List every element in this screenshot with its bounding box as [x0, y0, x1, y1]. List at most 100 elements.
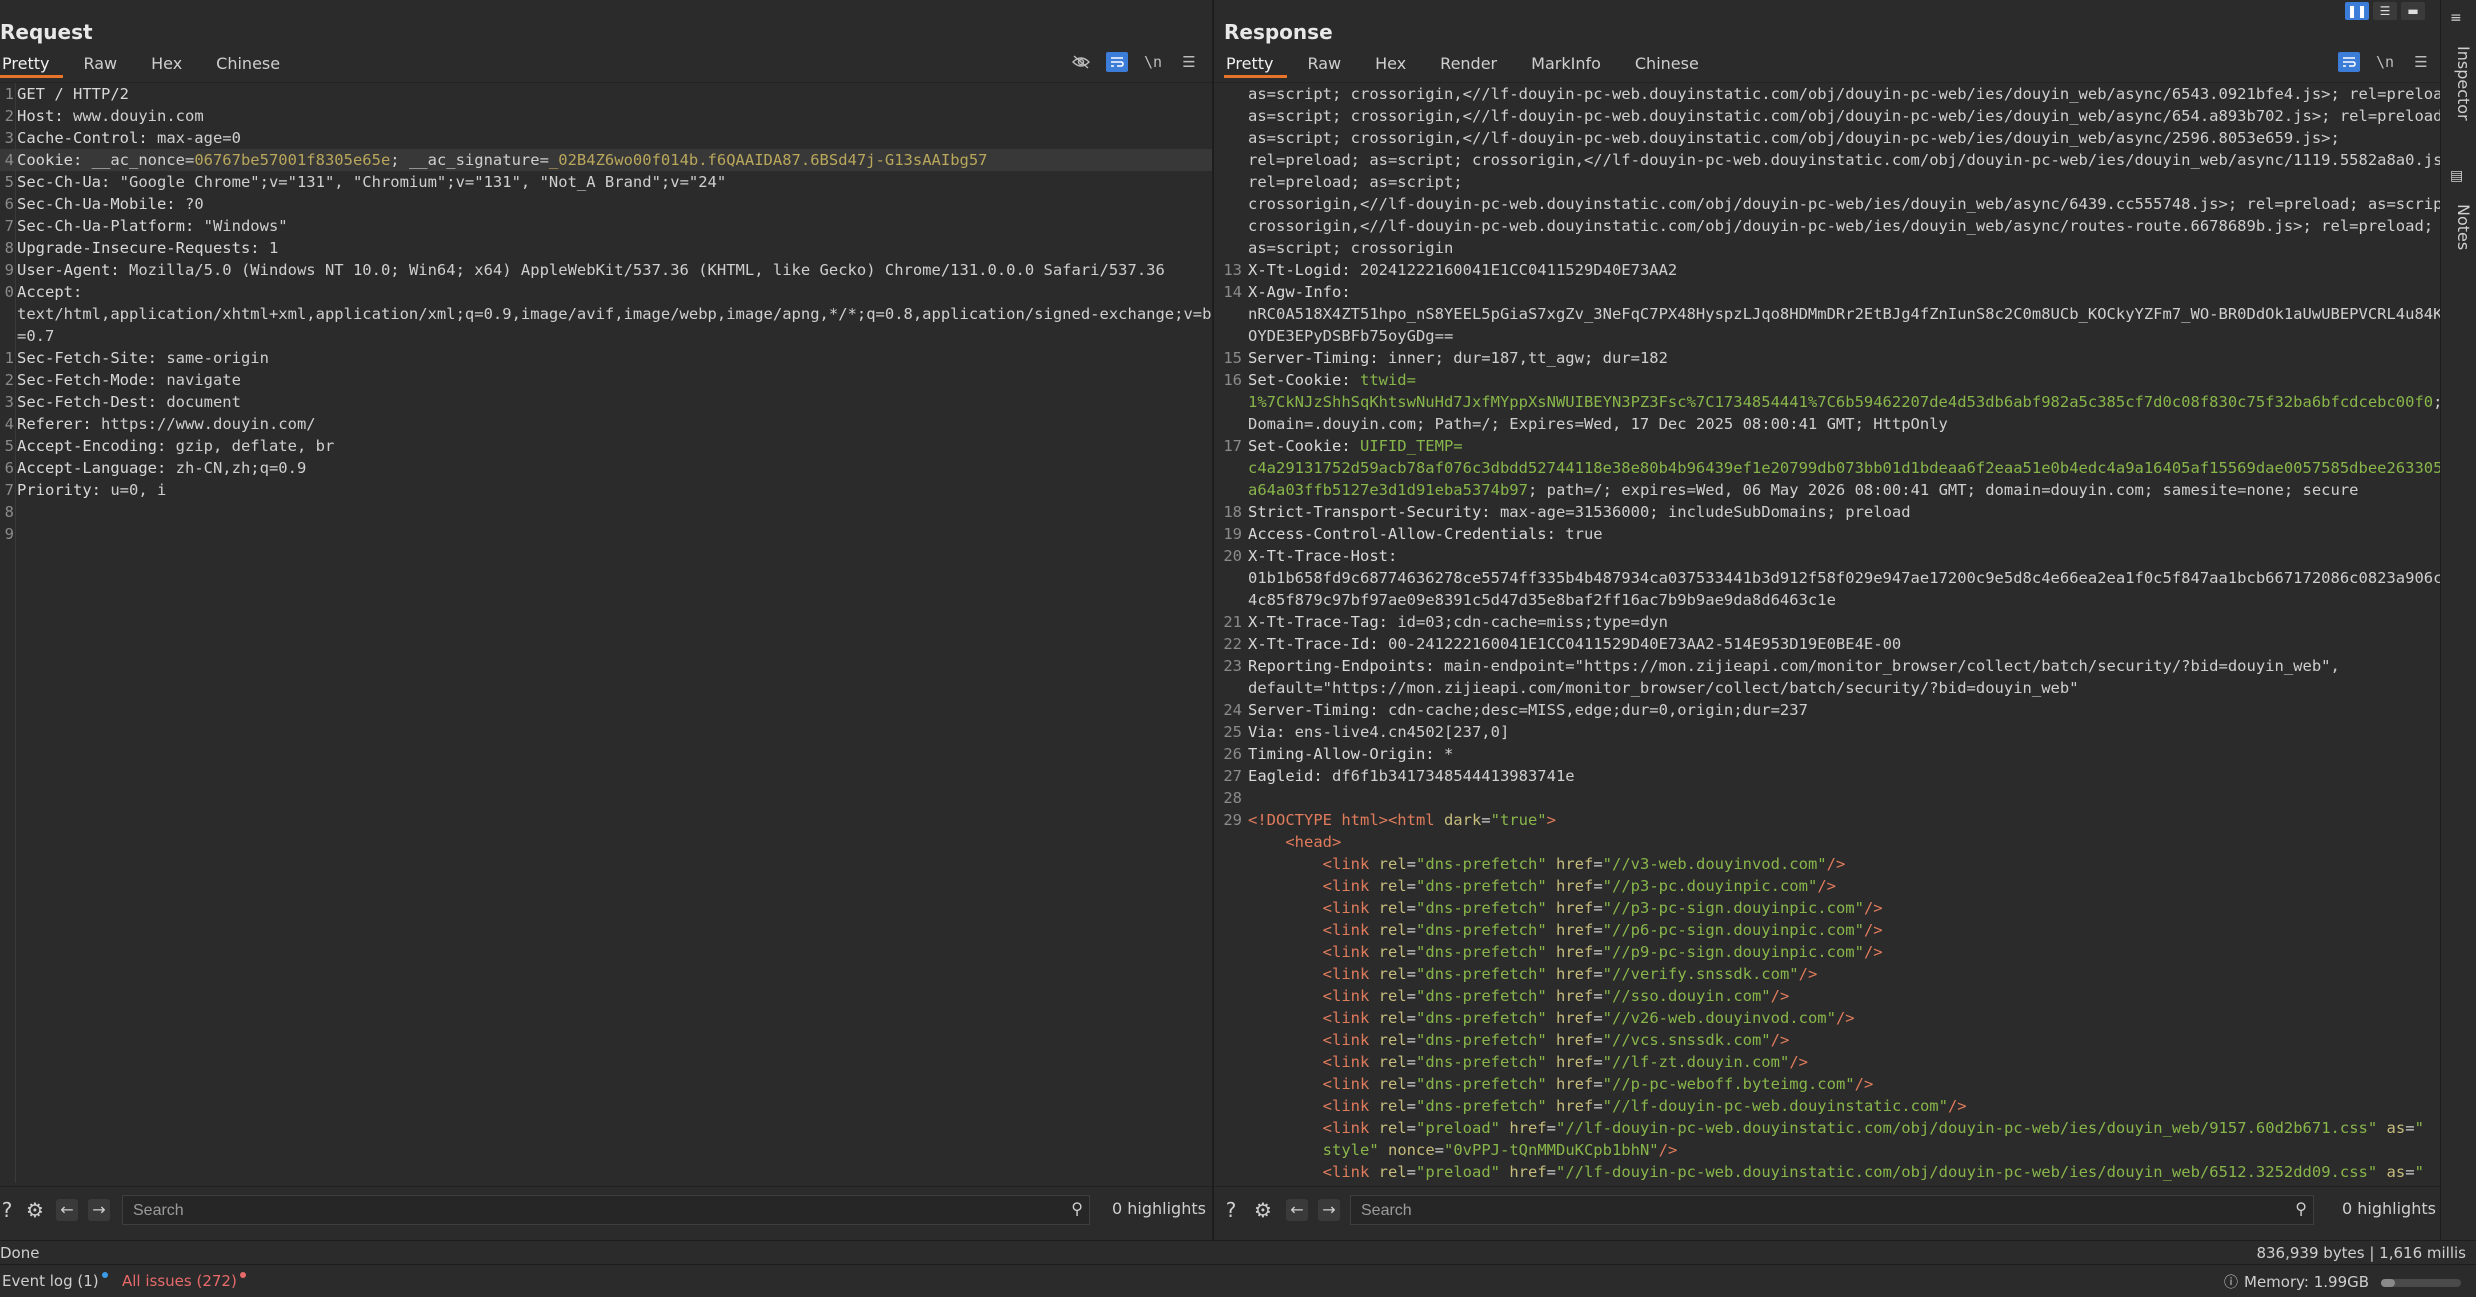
code-token: <link: [1322, 1031, 1379, 1049]
code-line: 26 Timing-Allow-Origin: *: [1214, 743, 2440, 765]
request-search-box: ⚲: [122, 1195, 1090, 1225]
response-tab-chinese[interactable]: Chinese: [1633, 52, 1713, 78]
code-token: =: [1406, 855, 1416, 873]
code-token: Host:: [17, 107, 73, 125]
request-editor[interactable]: 1 GET / HTTP/2 2 Host: www.douyin.com 3 Cache…: [0, 82, 1212, 1183]
code-line: 6 Sec-Ch-Ua-Mobile: ?0: [0, 193, 1212, 215]
side-by-side-layout-icon[interactable]: ❚❚: [2345, 2, 2369, 20]
code-token: =: [1593, 921, 1603, 939]
code-token: Domain=.douyin.com; Path=/; Expires=Wed,…: [1248, 415, 1948, 433]
request-tab-raw[interactable]: Raw: [81, 52, 131, 78]
menu-icon[interactable]: ☰: [1178, 52, 1200, 72]
code-token: Sec-Ch-Ua-Platform:: [17, 217, 204, 235]
bottom-bar: Event log (1) All issues (272) ⓘ Memory: …: [0, 1264, 2476, 1297]
code-line: as=script; crossorigin: [1214, 237, 2440, 259]
code-token: X-Tt-Trace-Id:: [1248, 635, 1388, 653]
next-arrow-icon[interactable]: →: [88, 1199, 110, 1221]
code-token: />: [1854, 1075, 1874, 1093]
line-number: [1214, 457, 1248, 479]
response-tab-markinfo[interactable]: MarkInfo: [1529, 52, 1615, 78]
code-token: Via:: [1248, 723, 1295, 741]
code-token: Accept-Encoding:: [17, 437, 176, 455]
code-token: rel: [1378, 877, 1407, 895]
code-token: rel: [1378, 965, 1407, 983]
response-tab-render[interactable]: Render: [1438, 52, 1511, 78]
line-number: 20: [1223, 547, 1242, 565]
code-token: =: [1406, 1009, 1416, 1027]
code-line: <head>: [1214, 831, 2440, 853]
help-icon[interactable]: ?: [1220, 1199, 1242, 1221]
settings-gear-icon[interactable]: ⚙: [24, 1199, 46, 1221]
code-token: />: [1947, 1097, 1967, 1115]
request-tab-pretty[interactable]: Pretty: [0, 52, 64, 78]
settings-gear-icon[interactable]: ⚙: [1252, 1199, 1274, 1221]
inspector-tab[interactable]: Inspector: [2447, 46, 2473, 121]
newline-toggle-icon[interactable]: \n: [1142, 52, 1164, 72]
line-number: 19: [1223, 525, 1242, 543]
hide-eye-icon[interactable]: [1070, 52, 1092, 72]
response-editor[interactable]: as=script; crossorigin,<//lf-douyin-pc-w…: [1214, 82, 2440, 1183]
response-search-bar: ? ⚙ ← → ⚲ 0 highlights: [1214, 1186, 2440, 1233]
line-number: [1214, 919, 1248, 941]
code-token: =: [2405, 1163, 2415, 1181]
response-tab-pretty[interactable]: Pretty: [1224, 52, 1288, 78]
menu-icon[interactable]: ☰: [2410, 52, 2432, 72]
code-token: />: [1658, 1141, 1678, 1159]
code-token: rel=preload; as=script;: [1248, 173, 1463, 191]
all-issues-link[interactable]: All issues (272): [122, 1272, 246, 1290]
code-token: "//lf-douyin-pc-web.douyinstatic.com/obj…: [1556, 1163, 2378, 1181]
code-line: 1 GET / HTTP/2: [0, 83, 1212, 105]
line-content: rel=preload; as=script;: [1248, 171, 2440, 193]
newline-toggle-icon[interactable]: \n: [2374, 52, 2396, 72]
prev-arrow-icon[interactable]: ←: [56, 1199, 78, 1221]
line-content: <link rel="dns-prefetch" href="//p3-pc-s…: [1248, 897, 2440, 919]
code-line: 4 Referer: https://www.douyin.com/: [0, 413, 1212, 435]
code-token: href: [1546, 1053, 1594, 1071]
line-number: [1214, 83, 1248, 105]
code-token: =: [1406, 987, 1416, 1005]
code-line: 3 Cache-Control: max-age=0: [0, 127, 1212, 149]
code-token: Server-Timing:: [1248, 349, 1388, 367]
line-number: [1214, 1117, 1248, 1139]
single-layout-icon[interactable]: ▬: [2401, 2, 2425, 20]
response-search-input[interactable]: [1359, 1198, 2229, 1224]
response-tab-raw[interactable]: Raw: [1305, 52, 1355, 78]
code-token: "dns-prefetch": [1416, 1053, 1547, 1071]
stacked-layout-icon[interactable]: ☰: [2373, 2, 2397, 20]
help-icon[interactable]: ?: [0, 1199, 18, 1221]
line-number: [1214, 567, 1248, 589]
wrap-lines-icon[interactable]: [1106, 52, 1128, 72]
prev-arrow-icon[interactable]: ←: [1286, 1199, 1308, 1221]
code-token: rel: [1378, 855, 1407, 873]
line-number: [1214, 1139, 1248, 1161]
notes-tab[interactable]: Notes: [2447, 204, 2473, 250]
line-number: 18: [1223, 503, 1242, 521]
next-arrow-icon[interactable]: →: [1318, 1199, 1340, 1221]
code-token: <link: [1322, 1009, 1379, 1027]
code-line: 0 Accept:: [0, 281, 1212, 303]
code-token: ; __ac_signature=: [390, 151, 549, 169]
request-tab-chinese[interactable]: Chinese: [214, 52, 294, 78]
request-tab-hex[interactable]: Hex: [149, 52, 196, 78]
code-token: 20241222160041E1CC0411529D40E73AA2: [1359, 261, 1678, 279]
code-token: nRC0A518X4ZT51hpo_nS8YEEL5pGiaS7xgZv_3Ne…: [1248, 305, 2440, 323]
line-number: [1214, 853, 1248, 875]
request-search-input[interactable]: [131, 1198, 1005, 1224]
code-token: ttwid=: [1359, 371, 1416, 389]
code-line: 29 <!DOCTYPE html><html dark="true">: [1214, 809, 2440, 831]
layout-toggle-group: ❚❚ ☰ ▬: [2345, 2, 2425, 20]
line-number: [1214, 963, 1248, 985]
response-tab-hex[interactable]: Hex: [1373, 52, 1420, 78]
search-icon[interactable]: ⚲: [1071, 1199, 1083, 1218]
code-token: inner; dur=187,tt_agw; dur=182: [1387, 349, 1668, 367]
code-token: href: [1546, 1031, 1594, 1049]
search-icon[interactable]: ⚲: [2295, 1199, 2307, 1218]
line-content: crossorigin,<//lf-douyin-pc-web.douyinst…: [1248, 193, 2440, 215]
event-log-link[interactable]: Event log (1): [2, 1272, 108, 1290]
code-token: href: [1546, 965, 1594, 983]
wrap-lines-icon[interactable]: [2338, 52, 2360, 72]
